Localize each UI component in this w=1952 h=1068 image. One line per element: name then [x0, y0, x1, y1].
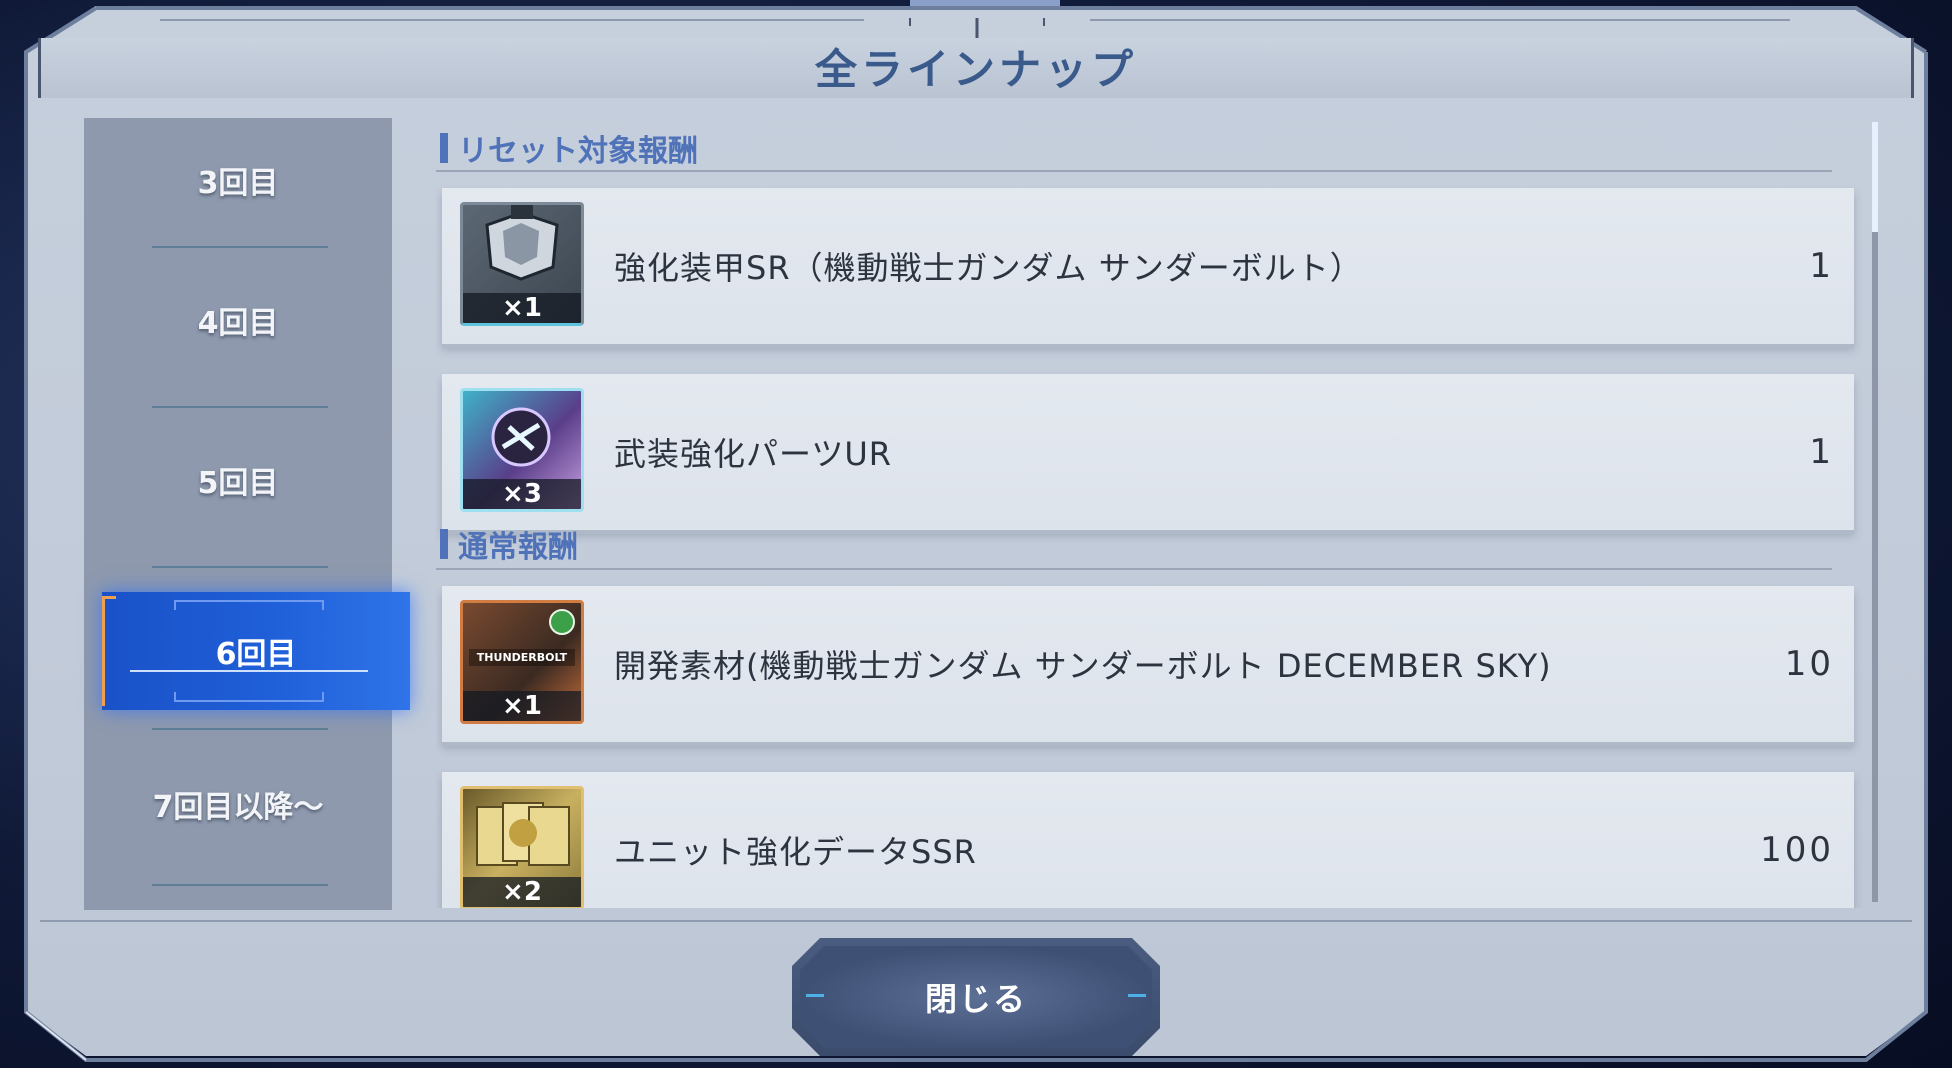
sidebar-divider [152, 246, 328, 248]
reward-name: 武装強化パーツUR [614, 435, 893, 473]
icon-count: ×2 [463, 877, 581, 907]
section-title-reset-rewards: リセット対象報酬 [436, 128, 698, 169]
section-title-text: リセット対象報酬 [458, 134, 698, 169]
wrench-icon [549, 609, 575, 635]
active-tick-decoration [174, 600, 324, 610]
unit-data-icon: ×2 [460, 786, 584, 908]
reward-row[interactable]: THUNDERBOLT ×1 開発素材(機動戦士ガンダム サンダーボルト DEC… [442, 586, 1854, 742]
footer-divider [40, 920, 1912, 922]
section-title-normal-rewards: 通常報酬 [436, 524, 578, 565]
reward-quantity: 100 [1760, 830, 1834, 870]
reward-row[interactable]: ×1 強化装甲SR（機動戦士ガンダム サンダーボルト） 1 [442, 188, 1854, 344]
section-title-text: 通常報酬 [458, 530, 578, 565]
round-sidebar: 3回目 4回目 5回目 7回目以降～ [84, 118, 392, 910]
icon-count: ×3 [463, 479, 581, 509]
reward-name: 強化装甲SR（機動戦士ガンダム サンダーボルト） [614, 249, 1363, 287]
material-logo-text: THUNDERBOLT [469, 649, 575, 666]
development-material-icon: THUNDERBOLT ×1 [460, 600, 584, 724]
sidebar-item-label: 6回目 [215, 637, 297, 672]
section-divider [436, 170, 1832, 172]
reward-quantity: 10 [1784, 644, 1834, 684]
title-decoration [160, 18, 1790, 38]
sidebar-item-label: 7回目以降～ [152, 790, 324, 825]
scrollbar-thumb[interactable] [1872, 122, 1878, 232]
active-underline [130, 670, 368, 672]
active-tick-decoration [174, 692, 324, 702]
sidebar-item-round-7-plus[interactable]: 7回目以降～ [84, 744, 392, 864]
icon-count: ×1 [463, 691, 581, 721]
close-button-label: 閉じる [924, 980, 1027, 1018]
reward-quantity: 1 [1809, 432, 1834, 472]
sidebar-item-round-4[interactable]: 4回目 [84, 260, 392, 380]
sidebar-item-label: 3回目 [197, 166, 279, 201]
scrollbar-track[interactable] [1872, 122, 1878, 902]
section-bar [440, 529, 448, 559]
reward-row[interactable]: ×3 武装強化パーツUR 1 [442, 374, 1854, 530]
sidebar-item-round-6[interactable]: 6回目 [102, 592, 410, 710]
parts-graphic [491, 407, 551, 467]
reward-list[interactable]: リセット対象報酬 ×1 強化装甲SR（機動戦士ガンダム サンダーボルト） 1 ×… [436, 112, 1872, 908]
armor-icon: ×1 [460, 202, 584, 326]
reward-row[interactable]: ×2 ユニット強化データSSR 100 [442, 772, 1854, 908]
sidebar-item-label: 4回目 [197, 306, 279, 341]
sidebar-divider [152, 884, 328, 886]
reward-quantity: 1 [1809, 246, 1834, 286]
sidebar-item-round-5[interactable]: 5回目 [84, 420, 392, 540]
reward-name: ユニット強化データSSR [614, 833, 977, 871]
active-marker [102, 596, 116, 706]
section-divider [436, 568, 1832, 570]
data-disc-graphic [476, 802, 570, 866]
sidebar-divider [152, 728, 328, 730]
armor-graphic [485, 205, 559, 281]
sidebar-divider [152, 566, 328, 568]
sidebar-item-label: 5回目 [197, 466, 279, 501]
sidebar-divider [152, 406, 328, 408]
section-bar [440, 133, 448, 163]
dialog-title: 全ラインナップ [814, 45, 1137, 94]
close-button[interactable]: 閉じる [792, 938, 1160, 1056]
sidebar-item-round-3[interactable]: 3回目 [84, 120, 392, 240]
weapon-parts-icon: ×3 [460, 388, 584, 512]
reward-name: 開発素材(機動戦士ガンダム サンダーボルト DECEMBER SKY) [614, 647, 1552, 685]
icon-count: ×1 [463, 293, 581, 323]
